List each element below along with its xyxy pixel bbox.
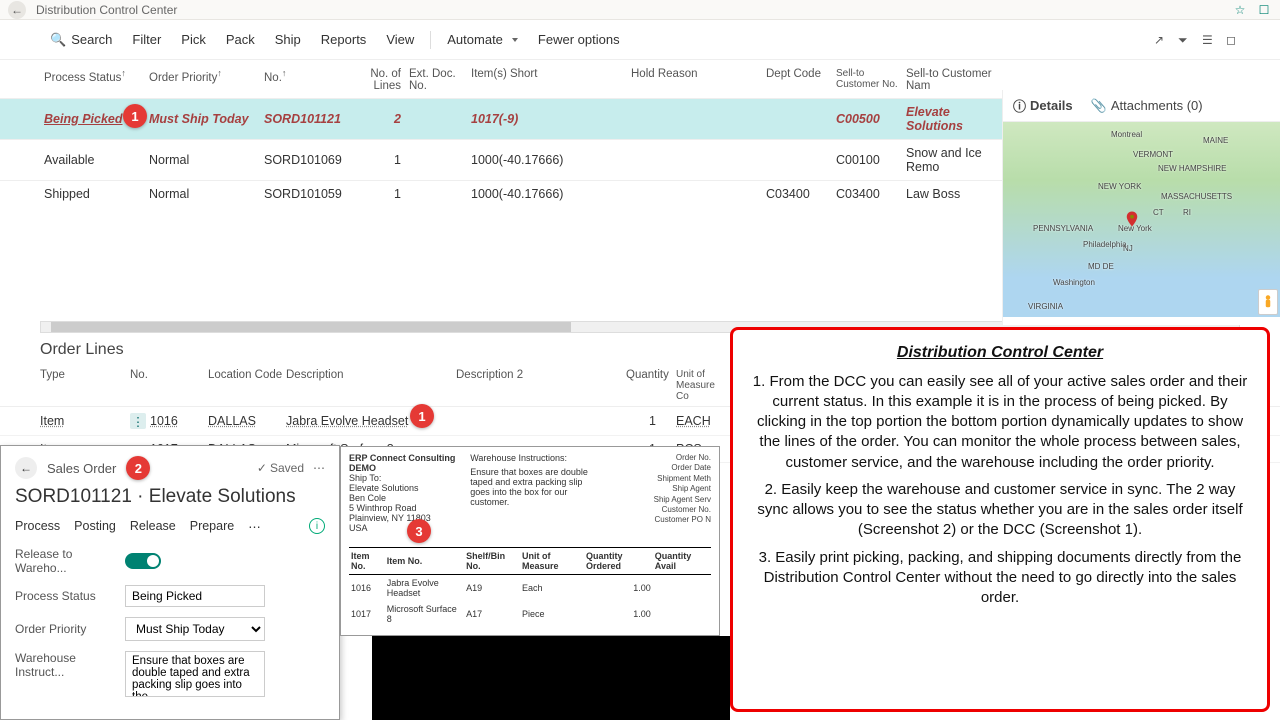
bookmark-icon[interactable]: ☆: [1232, 2, 1248, 18]
info-icon: ⓘ: [1013, 96, 1026, 115]
fewer-options-button[interactable]: Fewer options: [528, 32, 630, 47]
tab-posting[interactable]: Posting: [74, 519, 116, 533]
map-label: RI: [1183, 208, 1191, 217]
release-toggle[interactable]: [125, 553, 161, 569]
annotation-badge-1: 1: [123, 104, 147, 128]
page-title: Distribution Control Center: [36, 3, 177, 17]
col-dept-code[interactable]: Dept Code: [762, 68, 832, 92]
map-label: NEW YORK: [1098, 182, 1141, 191]
order-priority-select[interactable]: Must Ship Today: [125, 617, 265, 641]
map-label: CT: [1153, 208, 1164, 217]
explainer-callout: Distribution Control Center 1. From the …: [730, 327, 1270, 712]
map-label: PENNSYLVANIA: [1033, 224, 1093, 233]
callout-title: Distribution Control Center: [751, 342, 1249, 364]
annotation-badge-3: 3: [407, 519, 431, 543]
automate-dropdown[interactable]: Automate: [437, 32, 528, 47]
black-strip: [372, 636, 730, 720]
filter-button[interactable]: Filter: [122, 32, 171, 47]
reports-button[interactable]: Reports: [311, 32, 377, 47]
map-label: VIRGINIA: [1028, 302, 1063, 311]
map-label: Montreal: [1111, 130, 1142, 139]
warehouse-instr-textarea[interactable]: Ensure that boxes are double taped and e…: [125, 651, 265, 697]
list-icon[interactable]: ☰: [1202, 33, 1216, 47]
more-icon[interactable]: ⋯: [313, 461, 325, 475]
wi-label: Warehouse Instruct...: [15, 651, 125, 679]
expand-icon[interactable]: ◻: [1226, 33, 1240, 47]
so-back-button[interactable]: ←: [15, 457, 37, 479]
attachment-icon: 📎: [1091, 98, 1107, 114]
tab-prepare[interactable]: Prepare: [190, 519, 234, 533]
customer-map[interactable]: Montreal MAINE VERMONT NEW HAMPSHIRE NEW YOR…: [1003, 122, 1280, 317]
popout-icon[interactable]: ☐: [1256, 2, 1272, 18]
tab-more[interactable]: ⋯: [248, 519, 261, 534]
check-icon: ✓: [257, 461, 267, 475]
col-hold-reason[interactable]: Hold Reason: [627, 68, 762, 92]
col-ext-doc[interactable]: Ext. Doc. No.: [405, 68, 467, 92]
filter-icon[interactable]: ⏷: [1178, 33, 1192, 47]
row-menu-button[interactable]: ⋮: [130, 413, 146, 429]
map-label: MD DE: [1088, 262, 1114, 271]
process-status-input[interactable]: [125, 585, 265, 607]
view-button[interactable]: View: [376, 32, 424, 47]
ship-button[interactable]: Ship: [265, 32, 311, 47]
search-icon: 🔍: [50, 32, 66, 48]
search-button[interactable]: 🔍 Search: [40, 32, 122, 48]
map-label: NEW HAMPSHIRE: [1158, 164, 1226, 173]
map-pin-icon: [1123, 210, 1141, 228]
map-label: NJ: [1123, 244, 1133, 253]
col-no-lines[interactable]: No. of Lines: [345, 68, 405, 92]
col-no[interactable]: No.↑: [260, 68, 345, 92]
factbox-panel: ⓘ Details 📎 Attachments (0) Montreal MAIN…: [1002, 90, 1280, 325]
annotation-badge-1b: 1: [410, 404, 434, 428]
so-title: SORD101121 · Elevate Solutions: [15, 480, 325, 518]
pack-button[interactable]: Pack: [216, 32, 265, 47]
pick-button[interactable]: Pick: [171, 32, 216, 47]
map-label: Washington: [1053, 278, 1095, 287]
separator: [430, 31, 431, 49]
col-process-status[interactable]: Process Status↑: [40, 68, 145, 92]
col-cust-name[interactable]: Sell-to Customer Nam: [902, 68, 1002, 92]
title-bar: ← Distribution Control Center ☆ ☐: [0, 0, 1280, 20]
share-icon[interactable]: ↗: [1154, 33, 1168, 47]
sales-order-card: ← Sales Order 2 ✓ Saved ⋯ SORD101121 · E…: [0, 445, 340, 720]
ps-label: Process Status: [15, 589, 125, 603]
map-label: MASSACHUSETTS: [1161, 192, 1232, 201]
so-breadcrumb: Sales Order: [47, 461, 116, 476]
toolbar: 🔍 Search Filter Pick Pack Ship Reports V…: [0, 20, 1280, 60]
col-order-priority[interactable]: Order Priority↑: [145, 68, 260, 92]
map-label: MAINE: [1203, 136, 1228, 145]
info-icon[interactable]: i: [309, 518, 325, 534]
tab-process[interactable]: Process: [15, 519, 60, 533]
pegman-icon[interactable]: [1258, 289, 1278, 315]
map-label: VERMONT: [1133, 150, 1173, 159]
tab-attachments[interactable]: 📎 Attachments (0): [1091, 96, 1203, 115]
annotation-badge-2: 2: [126, 456, 150, 480]
col-cust-no[interactable]: Sell-to Customer No.: [832, 68, 902, 92]
tab-release[interactable]: Release: [130, 519, 176, 533]
release-label: Release to Wareho...: [15, 547, 125, 575]
pick-sheet-preview: 3 ERP Connect Consulting DEMO Ship To: E…: [340, 446, 720, 636]
col-items-short[interactable]: Item(s) Short: [467, 68, 627, 92]
back-button[interactable]: ←: [8, 1, 26, 19]
op-label: Order Priority: [15, 622, 125, 636]
map-label: Philadelphia: [1083, 240, 1127, 249]
tab-details[interactable]: ⓘ Details: [1013, 96, 1073, 115]
saved-indicator: ✓ Saved ⋯: [257, 461, 325, 475]
